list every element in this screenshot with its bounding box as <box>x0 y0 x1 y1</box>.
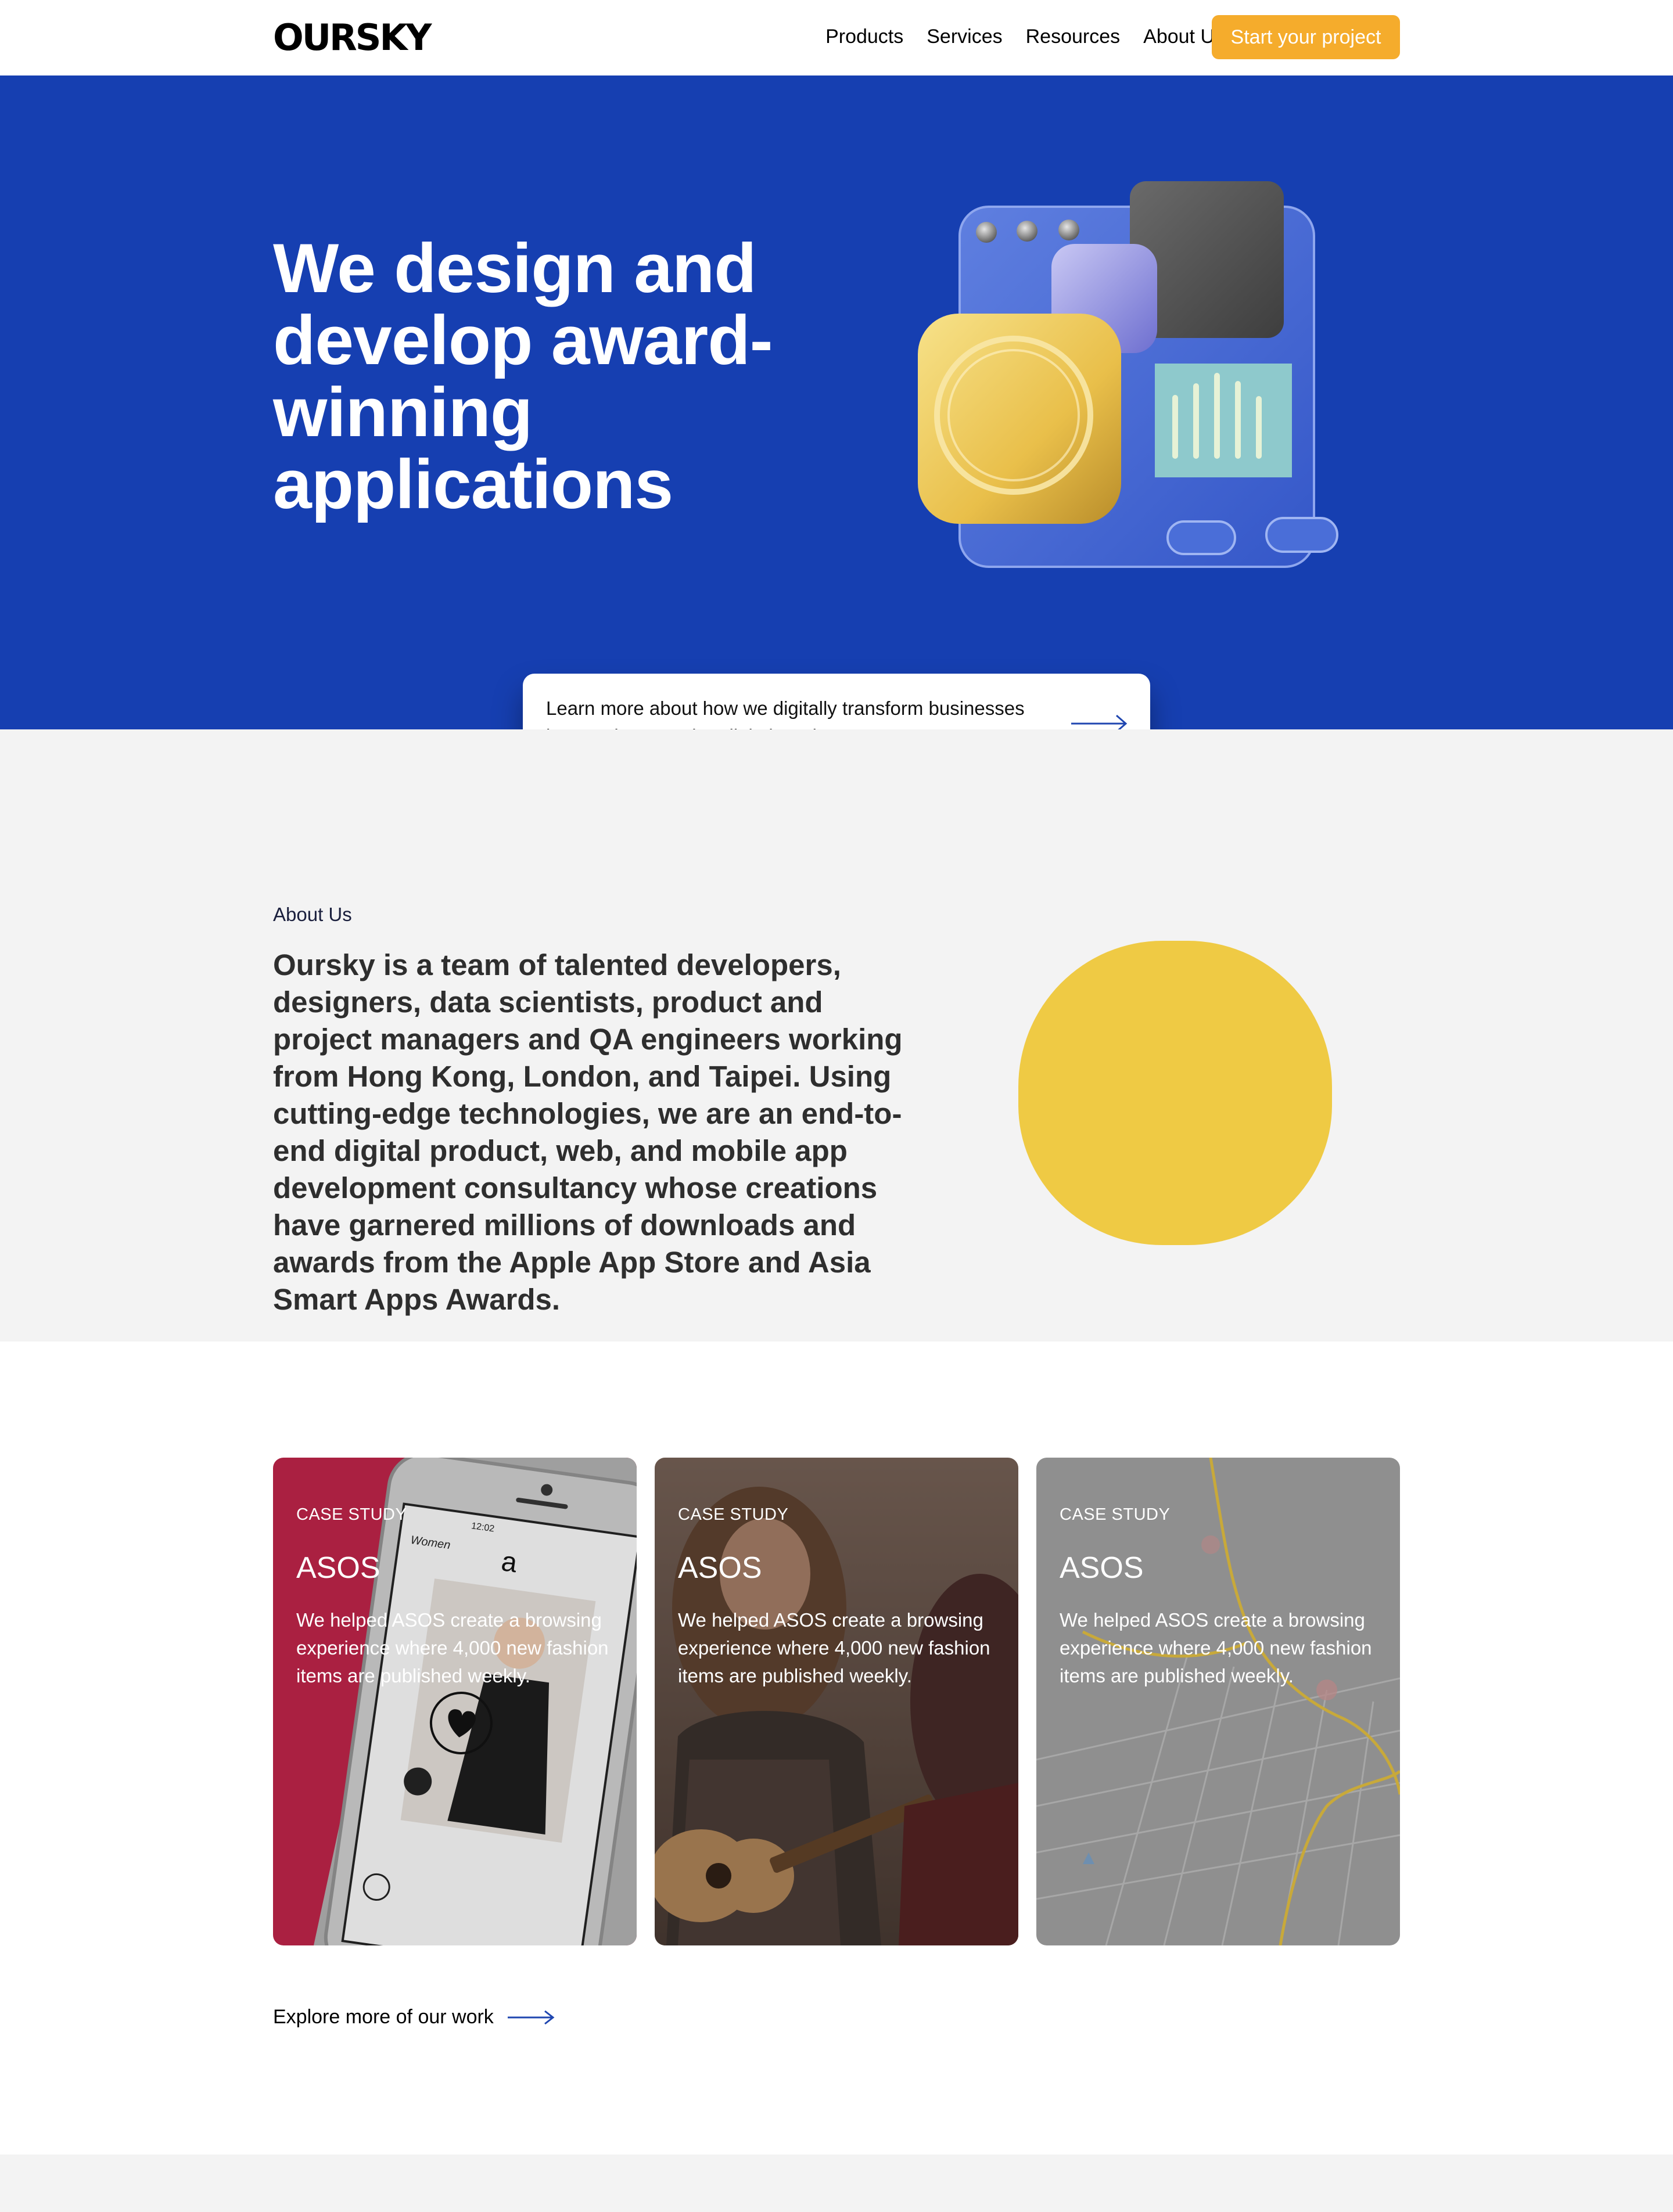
hero-section: We design and develop award-winning appl… <box>0 75 1673 729</box>
musicians-photo-image <box>655 1458 1018 1945</box>
chart-bar <box>1256 396 1262 459</box>
case-study-kicker: CASE STUDY <box>1060 1505 1171 1524</box>
case-study-card[interactable]: CASE STUDY ASOS We helped ASOS create a … <box>655 1458 1018 1945</box>
hero-app-illustration <box>918 181 1338 568</box>
explore-work-link[interactable]: Explore more of our work <box>273 2006 555 2028</box>
case-study-kicker: CASE STUDY <box>296 1505 407 1524</box>
case-study-title: ASOS <box>1060 1551 1144 1585</box>
pill-button-shape <box>1166 520 1236 555</box>
pill-button-shape <box>1265 517 1338 553</box>
nav-products-link[interactable]: Products <box>825 25 903 48</box>
case-studies-section: 12:02 Women a CASE STUDY ASOS We helped … <box>0 1341 1673 2155</box>
chart-bar <box>1193 383 1199 459</box>
about-label: About Us <box>273 904 352 925</box>
top-navigation: OURSKY Products Services Resources About… <box>0 0 1673 75</box>
case-study-title: ASOS <box>678 1551 762 1585</box>
about-section: About Us Oursky is a team of talented de… <box>0 729 1673 1341</box>
case-study-description: We helped ASOS create a browsing experie… <box>296 1609 609 1686</box>
oursky-logo[interactable]: OURSKY <box>273 19 432 57</box>
case-study-description: We helped ASOS create a browsing experie… <box>1060 1609 1372 1686</box>
window-dot <box>1017 221 1037 242</box>
case-study-card[interactable]: 12:02 Women a CASE STUDY ASOS We helped … <box>273 1458 637 1945</box>
arrow-right-icon <box>507 2010 555 2024</box>
footer-band <box>0 2155 1673 2212</box>
chart-bar <box>1172 395 1178 459</box>
about-description: Oursky is a team of talented developers,… <box>273 948 903 1316</box>
case-study-kicker: CASE STUDY <box>678 1505 789 1524</box>
hero-title: We design and develop award-winning appl… <box>273 229 773 523</box>
window-dot <box>976 222 997 243</box>
start-project-button[interactable]: Start your project <box>1212 15 1400 59</box>
case-study-card[interactable]: CASE STUDY ASOS We helped ASOS create a … <box>1036 1458 1400 1945</box>
main-menu: Products Services Resources About Us <box>825 0 1225 73</box>
case-study-title: ASOS <box>296 1551 380 1585</box>
case-study-description: We helped ASOS create a browsing experie… <box>678 1609 990 1686</box>
nav-resources-link[interactable]: Resources <box>1026 25 1121 48</box>
window-dot <box>1058 220 1079 240</box>
explore-work-label: Explore more of our work <box>273 2006 494 2028</box>
yellow-blob-shape <box>1018 941 1332 1245</box>
chart-bar <box>1235 381 1241 459</box>
phone-app-image: 12:02 Women a <box>273 1458 637 1945</box>
nav-services-link[interactable]: Services <box>927 25 1002 48</box>
map-image <box>1036 1458 1400 1945</box>
chart-bar <box>1214 373 1220 459</box>
